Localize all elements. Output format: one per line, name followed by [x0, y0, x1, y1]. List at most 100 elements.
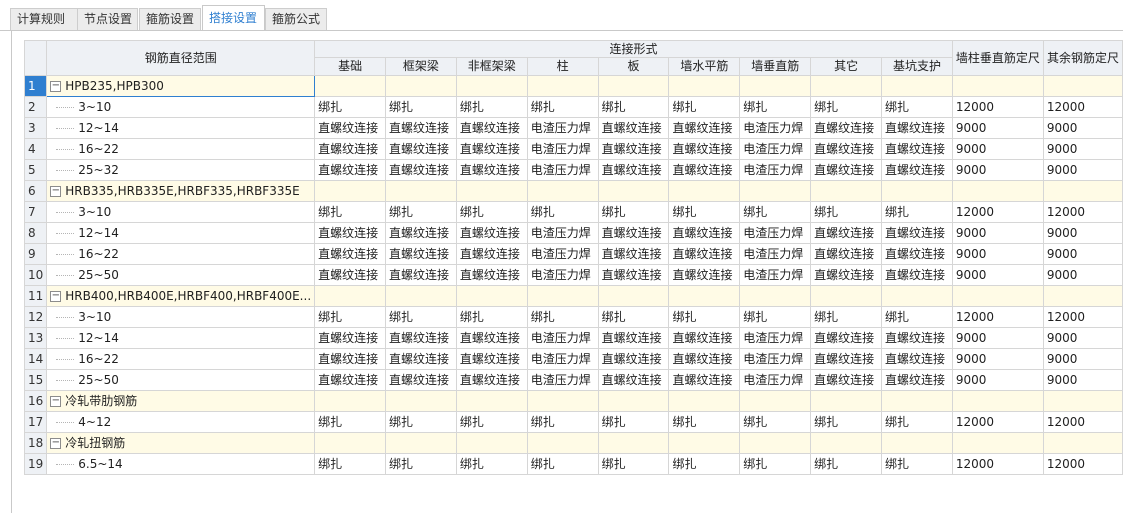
table-row[interactable]: 13 12~14 直螺纹连接 直螺纹连接 直螺纹连接 电渣压力焊 直螺纹连接 直螺纹连接 电渣压…: [23, 327, 1123, 349]
connection-cell[interactable]: [739, 75, 812, 97]
connection-cell[interactable]: 电渣压力焊: [526, 222, 599, 244]
connection-cell[interactable]: 直螺纹连接: [385, 264, 457, 286]
connection-cell[interactable]: 直螺纹连接: [314, 327, 386, 349]
row-number[interactable]: 18: [23, 432, 48, 454]
wall-length-cell[interactable]: 12000: [951, 411, 1044, 433]
connection-cell[interactable]: 绑扎: [668, 96, 741, 118]
connection-cell[interactable]: 直螺纹连接: [881, 327, 953, 349]
connection-cell[interactable]: 直螺纹连接: [810, 159, 883, 181]
connection-cell[interactable]: 绑扎: [881, 411, 953, 433]
connection-cell[interactable]: 绑扎: [385, 201, 457, 223]
connection-cell[interactable]: 绑扎: [881, 96, 953, 118]
connection-cell[interactable]: [526, 75, 599, 97]
row-number[interactable]: 1: [23, 75, 48, 97]
connection-cell[interactable]: [881, 390, 953, 412]
connection-cell[interactable]: 电渣压力焊: [526, 327, 599, 349]
connection-cell[interactable]: 绑扎: [526, 306, 599, 328]
connection-cell[interactable]: 直螺纹连接: [314, 264, 386, 286]
connection-cell[interactable]: 直螺纹连接: [881, 243, 953, 265]
connection-cell[interactable]: 直螺纹连接: [385, 138, 457, 160]
other-length-cell[interactable]: [1042, 390, 1123, 412]
connection-cell[interactable]: 直螺纹连接: [455, 159, 528, 181]
row-number[interactable]: 16: [23, 390, 48, 412]
connection-cell[interactable]: [455, 390, 528, 412]
diameter-range-cell[interactable]: 16~22: [46, 348, 316, 370]
wall-length-cell[interactable]: 9000: [951, 348, 1044, 370]
group-row[interactable]: 18− 冷轧扭钢筋: [23, 432, 1123, 454]
connection-cell[interactable]: [455, 180, 528, 202]
connection-cell[interactable]: 绑扎: [739, 306, 812, 328]
table-row[interactable]: 17 4~12 绑扎 绑扎 绑扎 绑扎 绑扎 绑扎 绑扎 绑扎 绑扎 12000 12000: [23, 411, 1123, 433]
table-row[interactable]: 5 25~32 直螺纹连接 直螺纹连接 直螺纹连接 电渣压力焊 直螺纹连接 直螺纹连接 电渣压力…: [23, 159, 1123, 181]
wall-length-cell[interactable]: 12000: [951, 201, 1044, 223]
wall-length-cell[interactable]: [951, 285, 1044, 307]
group-row[interactable]: 1− HPB235,HPB300: [23, 75, 1123, 97]
connection-cell[interactable]: 绑扎: [810, 453, 883, 475]
diameter-range-cell[interactable]: 16~22: [46, 138, 316, 160]
column-header[interactable]: 柱: [526, 57, 599, 76]
wall-length-cell[interactable]: 9000: [951, 243, 1044, 265]
connection-cell[interactable]: 直螺纹连接: [597, 327, 670, 349]
row-number[interactable]: 17: [23, 411, 48, 433]
connection-cell[interactable]: 绑扎: [810, 306, 883, 328]
connection-cell[interactable]: 直螺纹连接: [597, 138, 670, 160]
wall-length-cell[interactable]: 12000: [951, 453, 1044, 475]
connection-cell[interactable]: 直螺纹连接: [881, 348, 953, 370]
range-column-header[interactable]: 钢筋直径范围: [46, 40, 316, 76]
connection-cell[interactable]: 绑扎: [881, 306, 953, 328]
table-row[interactable]: 12 3~10 绑扎 绑扎 绑扎 绑扎 绑扎 绑扎 绑扎 绑扎 绑扎 12000 12000: [23, 306, 1123, 328]
other-length-cell[interactable]: 12000: [1042, 411, 1123, 433]
connection-cell[interactable]: 直螺纹连接: [455, 348, 528, 370]
connection-cell[interactable]: 直螺纹连接: [455, 264, 528, 286]
wall-length-cell[interactable]: 9000: [951, 222, 1044, 244]
connection-cell[interactable]: 直螺纹连接: [597, 117, 670, 139]
connection-cell[interactable]: [526, 390, 599, 412]
connection-cell[interactable]: [385, 390, 457, 412]
other-length-cell[interactable]: 9000: [1042, 222, 1123, 244]
diameter-range-cell[interactable]: 16~22: [46, 243, 316, 265]
other-length-cell[interactable]: 9000: [1042, 117, 1123, 139]
connection-cell[interactable]: 直螺纹连接: [314, 369, 386, 391]
connection-cell[interactable]: 绑扎: [314, 411, 386, 433]
connection-cell[interactable]: 直螺纹连接: [668, 327, 741, 349]
connection-cell[interactable]: 直螺纹连接: [881, 369, 953, 391]
connection-cell[interactable]: 直螺纹连接: [668, 117, 741, 139]
connection-cell[interactable]: 电渣压力焊: [739, 348, 812, 370]
other-length-cell[interactable]: 12000: [1042, 201, 1123, 223]
connection-cell[interactable]: 直螺纹连接: [597, 348, 670, 370]
diameter-range-cell[interactable]: 25~32: [46, 159, 316, 181]
other-length-cell[interactable]: [1042, 432, 1123, 454]
connection-cell[interactable]: 绑扎: [526, 201, 599, 223]
connection-cell[interactable]: 绑扎: [810, 96, 883, 118]
other-length-cell[interactable]: 9000: [1042, 159, 1123, 181]
connection-cell[interactable]: 直螺纹连接: [668, 369, 741, 391]
connection-cell[interactable]: [668, 432, 741, 454]
connection-cell[interactable]: 直螺纹连接: [881, 138, 953, 160]
steel-grade-cell[interactable]: − 冷轧带肋钢筋: [46, 390, 316, 412]
connection-cell[interactable]: 电渣压力焊: [526, 264, 599, 286]
wall-length-cell[interactable]: 9000: [951, 264, 1044, 286]
connection-cell[interactable]: 绑扎: [385, 306, 457, 328]
connection-cell[interactable]: [881, 180, 953, 202]
other-length-cell[interactable]: 9000: [1042, 369, 1123, 391]
connection-cell[interactable]: 直螺纹连接: [810, 327, 883, 349]
connection-cell[interactable]: 绑扎: [739, 411, 812, 433]
connection-cell[interactable]: 直螺纹连接: [881, 264, 953, 286]
connection-cell[interactable]: [810, 285, 883, 307]
connection-cell[interactable]: [455, 285, 528, 307]
table-row[interactable]: 4 16~22 直螺纹连接 直螺纹连接 直螺纹连接 电渣压力焊 直螺纹连接 直螺纹连接 电渣压力…: [23, 138, 1123, 160]
connection-cell[interactable]: 电渣压力焊: [739, 264, 812, 286]
table-row[interactable]: 14 16~22 直螺纹连接 直螺纹连接 直螺纹连接 电渣压力焊 直螺纹连接 直螺纹连接 电渣压…: [23, 348, 1123, 370]
steel-grade-cell[interactable]: − 冷轧扭钢筋: [46, 432, 316, 454]
collapse-toggle-icon[interactable]: −: [50, 438, 62, 449]
connection-cell[interactable]: [385, 180, 457, 202]
other-length-header[interactable]: 其余钢筋定尺: [1042, 40, 1123, 76]
connection-cell[interactable]: 直螺纹连接: [314, 159, 386, 181]
connection-cell[interactable]: 绑扎: [385, 453, 457, 475]
connection-cell[interactable]: 绑扎: [810, 411, 883, 433]
connection-cell[interactable]: 直螺纹连接: [314, 138, 386, 160]
column-header[interactable]: 板: [597, 57, 670, 76]
connection-cell[interactable]: 直螺纹连接: [455, 327, 528, 349]
tab-calc-rules[interactable]: 计算规则: [10, 8, 78, 30]
connection-cell[interactable]: 绑扎: [314, 306, 386, 328]
